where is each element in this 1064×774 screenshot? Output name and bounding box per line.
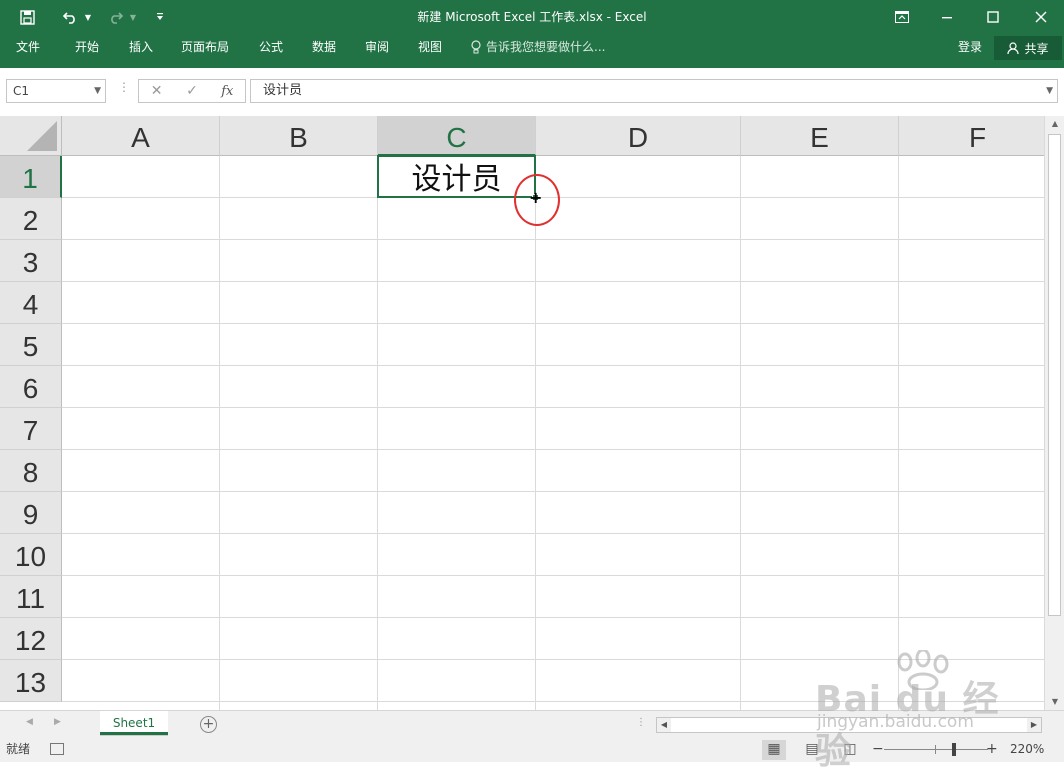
row-header-4[interactable]: 4 (0, 282, 62, 324)
prev-sheet-icon[interactable]: ◀ (26, 717, 33, 727)
cell-c1[interactable]: 设计员 (377, 155, 536, 198)
row-header-9[interactable]: 9 (0, 492, 62, 534)
formula-bar-buttons: ✕ ✓ fx (138, 79, 246, 103)
row-header-3[interactable]: 3 (0, 240, 62, 282)
minimize-icon[interactable] (932, 0, 962, 34)
ribbon-display-options-icon[interactable] (888, 0, 916, 34)
row-header-7[interactable]: 7 (0, 408, 62, 450)
share-label: 共享 (1024, 41, 1049, 56)
column-header-c[interactable]: C (378, 116, 536, 156)
formula-bar: C1 ▼ ⋮ ✕ ✓ fx 设计员 ▼ (0, 68, 1064, 116)
tab-split-handle-icon[interactable]: ⋮ (636, 717, 646, 728)
row-header-11[interactable]: 11 (0, 576, 62, 618)
close-icon[interactable] (1024, 0, 1058, 34)
macro-recording-icon[interactable] (50, 743, 64, 755)
column-header-b[interactable]: B (220, 116, 378, 156)
formula-content: 设计员 (263, 83, 303, 98)
zoom-level[interactable]: 220% (1010, 738, 1044, 760)
name-box-dropdown-icon[interactable]: ▼ (94, 80, 101, 102)
row-header-10[interactable]: 10 (0, 534, 62, 576)
gridline (62, 449, 1044, 450)
redo-dropdown-icon[interactable]: ▼ (128, 0, 138, 34)
cancel-icon[interactable]: ✕ (139, 83, 174, 99)
gridline (62, 491, 1044, 492)
sheet-tab-bar: ◀ ▶ Sheet1 + ⋮ ◀ ▶ (0, 710, 1064, 738)
maximize-icon[interactable] (978, 0, 1008, 34)
tab-insert[interactable]: 插入 (125, 34, 157, 60)
title-bar: ▼ ▼ 新建 Microsoft Excel 工作表.xlsx - Excel (0, 0, 1064, 34)
name-box-value: C1 (13, 84, 30, 98)
row-header-2[interactable]: 2 (0, 198, 62, 240)
column-header-f[interactable]: F (899, 116, 1044, 156)
column-header-a[interactable]: A (62, 116, 220, 156)
gridline (62, 659, 1044, 660)
row-header-6[interactable]: 6 (0, 366, 62, 408)
sheet-tab-sheet1[interactable]: Sheet1 (100, 711, 168, 735)
redo-icon[interactable] (104, 0, 128, 34)
tab-page-layout[interactable]: 页面布局 (177, 34, 233, 60)
scroll-right-icon[interactable]: ▶ (1027, 718, 1041, 732)
scroll-up-icon[interactable]: ▲ (1045, 116, 1064, 132)
add-sheet-icon[interactable]: + (200, 716, 217, 733)
gridline (62, 239, 1044, 240)
name-box[interactable]: C1 ▼ (6, 79, 106, 103)
horizontal-scrollbar[interactable]: ◀ ▶ (656, 717, 1042, 733)
scroll-down-icon[interactable]: ▼ (1045, 694, 1064, 710)
page-break-preview-icon[interactable]: ◫ (838, 740, 862, 760)
customize-quick-access-icon[interactable] (152, 0, 168, 34)
tab-data[interactable]: 数据 (308, 34, 340, 60)
formula-input[interactable]: 设计员 ▼ (250, 79, 1058, 103)
column-header-d[interactable]: D (536, 116, 741, 156)
row-header-8[interactable]: 8 (0, 450, 62, 492)
share-button[interactable]: 共享 (994, 36, 1062, 60)
gridline (62, 617, 1044, 618)
expand-formula-bar-icon[interactable]: ▼ (1046, 80, 1053, 102)
vertical-scrollbar[interactable]: ▲ ▼ (1044, 116, 1064, 710)
row-header-12[interactable]: 12 (0, 618, 62, 660)
vertical-scroll-thumb[interactable] (1048, 134, 1061, 616)
login-link[interactable]: 登录 (958, 34, 982, 60)
lightbulb-icon (471, 40, 481, 54)
select-all-corner[interactable] (0, 116, 62, 156)
tab-home[interactable]: 开始 (71, 34, 103, 60)
undo-icon[interactable] (58, 0, 82, 34)
tab-view[interactable]: 视图 (414, 34, 446, 60)
tab-file[interactable]: 文件 (12, 34, 44, 60)
gridline (62, 701, 1044, 702)
formula-bar-grip-icon[interactable]: ⋮ (118, 80, 130, 94)
person-icon (1007, 41, 1020, 54)
zoom-slider-track[interactable] (884, 749, 988, 750)
save-icon[interactable] (14, 0, 40, 34)
next-sheet-icon[interactable]: ▶ (54, 717, 61, 727)
insert-function-icon[interactable]: fx (210, 84, 245, 99)
scroll-left-icon[interactable]: ◀ (657, 718, 671, 732)
zoom-slider-midpoint (935, 745, 936, 754)
page-layout-view-icon[interactable]: ▤ (800, 740, 824, 760)
gridline (62, 533, 1044, 534)
zoom-slider-thumb[interactable] (952, 743, 956, 756)
tab-review[interactable]: 审阅 (361, 34, 393, 60)
zoom-in-icon[interactable]: + (986, 738, 998, 760)
gridline (62, 323, 1044, 324)
row-header-13[interactable]: 13 (0, 660, 62, 702)
tab-formulas[interactable]: 公式 (255, 34, 287, 60)
status-text: 就绪 (6, 742, 31, 756)
column-header-e[interactable]: E (741, 116, 899, 156)
row-header-5[interactable]: 5 (0, 324, 62, 366)
gridline (62, 575, 1044, 576)
gridline (62, 365, 1044, 366)
gridline (62, 281, 1044, 282)
ribbon-tabs: 文件 开始 插入 页面布局 公式 数据 审阅 视图 告诉我您想要做什么... 登… (0, 34, 1064, 68)
enter-check-icon[interactable]: ✓ (174, 83, 209, 99)
zoom-out-icon[interactable]: − (872, 738, 884, 760)
tell-me-search[interactable]: 告诉我您想要做什么... (470, 34, 605, 60)
row-header-1[interactable]: 1 (0, 156, 62, 198)
tell-me-text: 告诉我您想要做什么... (486, 40, 606, 54)
annotation-circle (514, 174, 560, 226)
gridline (62, 407, 1044, 408)
normal-view-icon[interactable]: ▦ (762, 740, 786, 760)
undo-dropdown-icon[interactable]: ▼ (82, 0, 94, 34)
status-bar: 就绪 ▦ ▤ ◫ − + 220% (0, 738, 1064, 762)
select-all-triangle-icon (27, 121, 57, 151)
